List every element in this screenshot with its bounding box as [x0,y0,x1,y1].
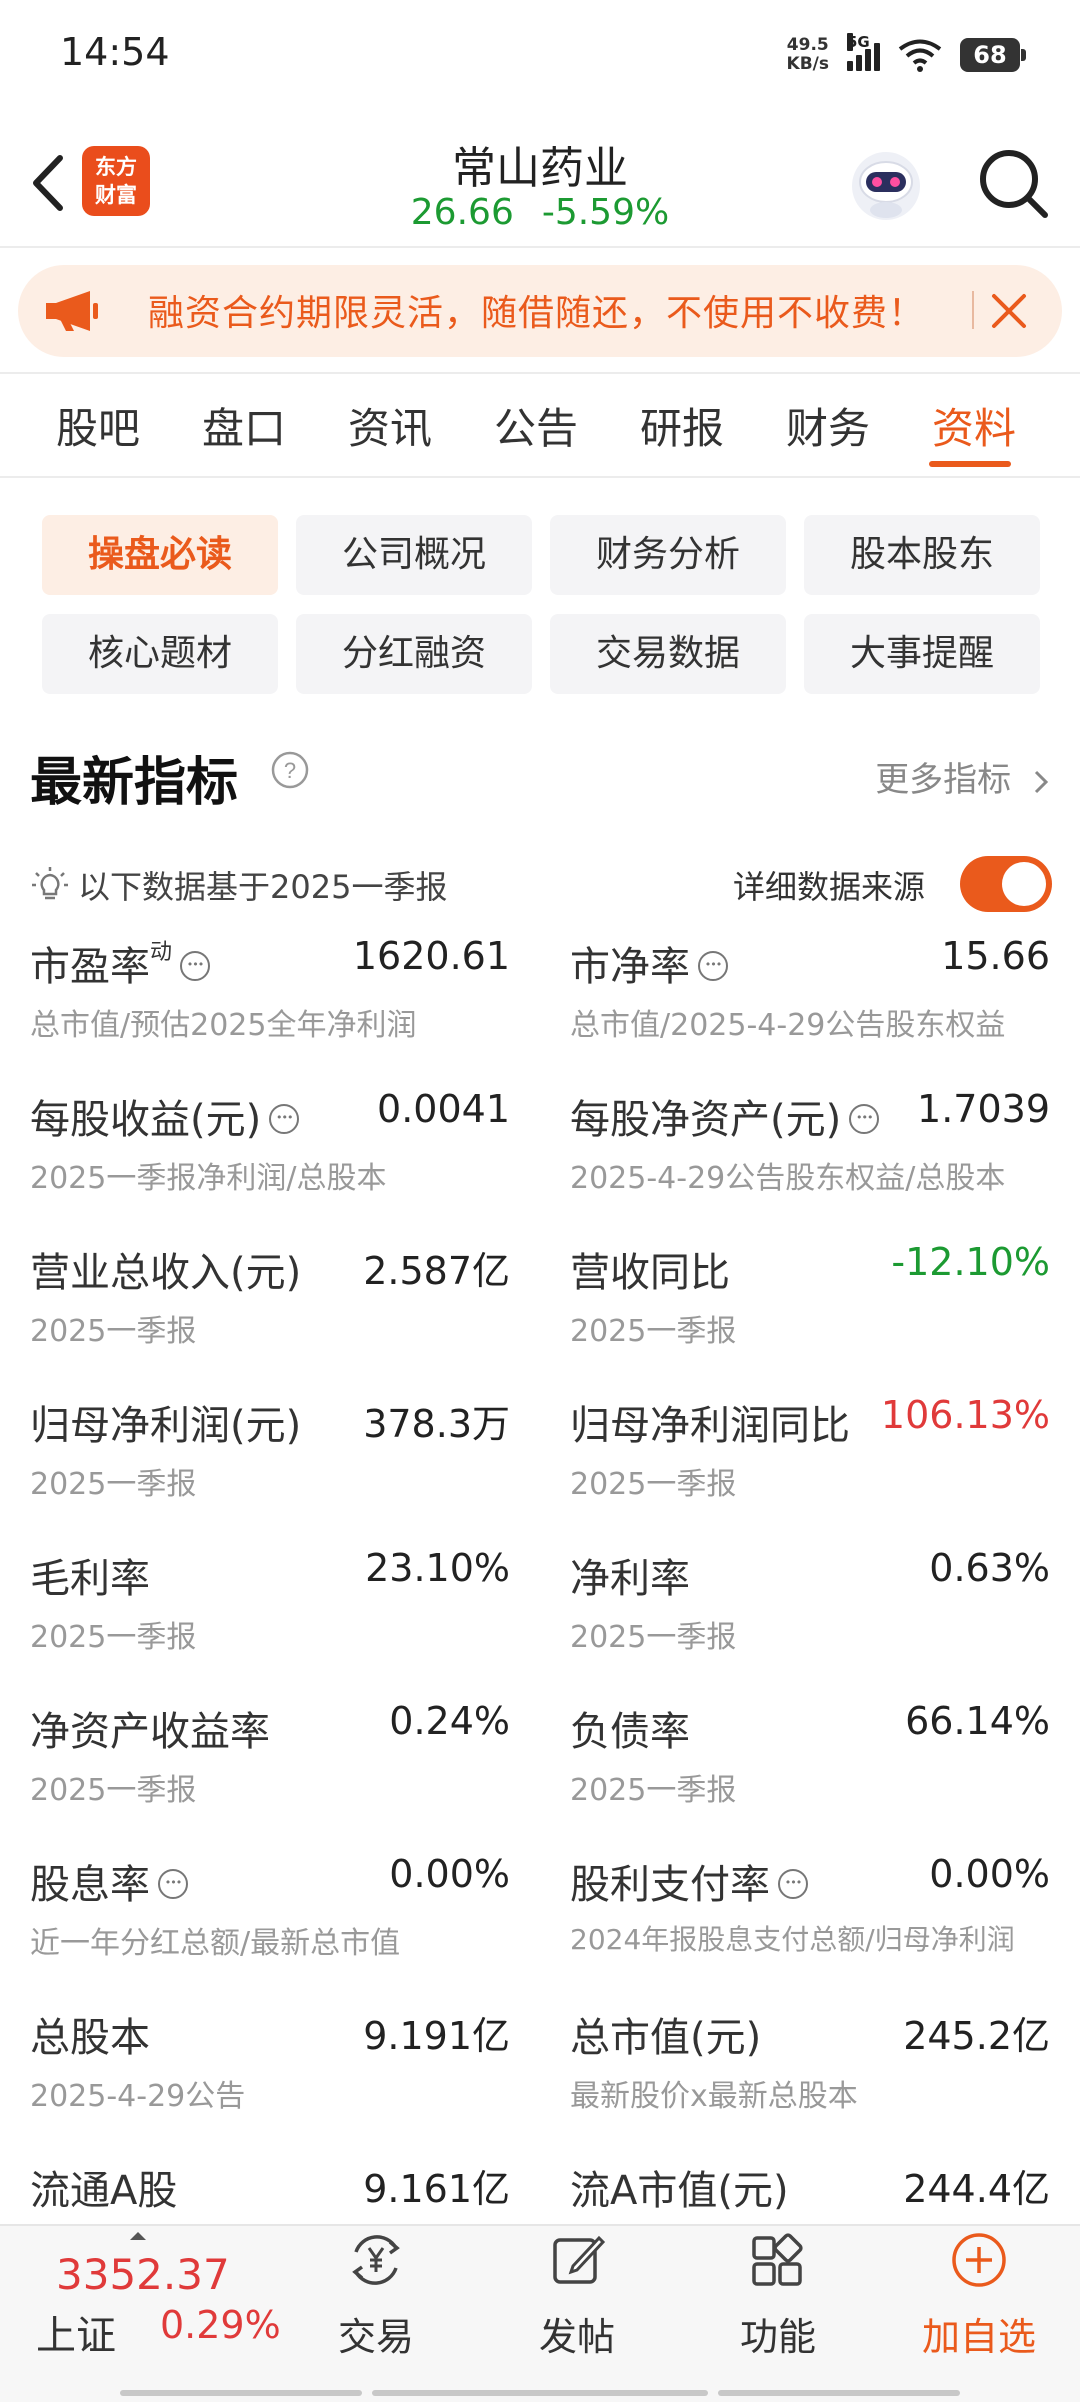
subtab-core-themes[interactable]: 核心题材 [42,614,278,694]
chevron-right-icon [1034,770,1049,793]
close-icon[interactable] [988,290,1030,332]
subtab-trading-data[interactable]: 交易数据 [550,614,786,694]
metric-payout-ratio[interactable]: 股利支付率 0.00% 2024年报股息支付总额/归母净利润 [570,1852,1050,2002]
battery-icon: 68 [960,38,1026,72]
signal-icon: 5G [847,33,880,71]
metric-market-cap[interactable]: 总市值(元) 245.2亿 最新股价x最新总股本 [570,2005,1050,2155]
metric-bvps[interactable]: 每股净资产(元) 1.7039 2025-4-29公告股东权益/总股本 [570,1087,1050,1237]
banner-divider-line [0,372,1080,374]
metric-dividend-yield[interactable]: 股息率 0.00% 近一年分红总额/最新总市值 [30,1852,510,2002]
svg-text:?: ? [284,758,296,783]
robot-assistant-icon[interactable] [846,144,926,224]
gesture-bar [718,2390,960,2396]
net-speed: 49.5 KB/s [786,35,829,74]
metric-net-margin[interactable]: 净利率 0.63% 2025一季报 [570,1546,1050,1696]
post-button[interactable]: 发帖 [497,2230,657,2361]
metric-roe[interactable]: 净资产收益率 0.24% 2025一季报 [30,1699,510,1849]
metric-debt-ratio[interactable]: 负债率 66.14% 2025一季报 [570,1699,1050,1849]
more-dots-icon[interactable] [698,951,728,981]
add-watchlist-button[interactable]: 加自选 [899,2230,1059,2361]
detail-source-toggle[interactable] [960,856,1052,912]
index-change[interactable]: 0.29% [160,2303,281,2347]
tab-guba[interactable]: 股吧 [56,395,140,456]
grid-icon [752,2233,803,2286]
gesture-bar [372,2390,708,2396]
wifi-icon [898,39,942,72]
subtab-shareholders[interactable]: 股本股东 [804,515,1040,595]
plus-circle-icon [952,2233,1006,2287]
metric-float-shares[interactable]: 流通A股 9.161亿 [30,2158,510,2218]
subtab-financial-analysis[interactable]: 财务分析 [550,515,786,595]
more-dots-icon[interactable] [269,1104,300,1134]
more-indicators-link[interactable]: 更多指标 [875,752,1052,801]
edit-icon [553,2235,606,2284]
tab-pankou[interactable]: 盘口 [202,395,286,456]
stock-change: -5.59% [541,192,670,233]
index-name[interactable]: 上证 [36,2303,116,2361]
tab-bar: 股吧 盘口 资讯 公告 研报 财务 资料 [0,395,1080,455]
functions-button[interactable]: 功能 [698,2230,858,2361]
metric-gross-margin[interactable]: 毛利率 23.10% 2025一季报 [30,1546,510,1696]
metric-revenue[interactable]: 营业总收入(元) 2.587亿 2025一季报 [30,1240,510,1390]
tab-announcements[interactable]: 公告 [494,395,578,456]
data-basis-note: 以下数据基于2025一季报 [30,862,447,908]
tab-profile[interactable]: 资料 [932,395,1016,456]
active-tab-indicator [929,461,1011,467]
metric-total-shares[interactable]: 总股本 9.191亿 2025-4-29公告 [30,2005,510,2155]
banner-divider [972,291,974,329]
more-dots-icon[interactable] [180,951,211,981]
metric-revenue-yoy[interactable]: 营收同比 -12.10% 2025一季报 [570,1240,1050,1390]
lightbulb-icon [32,867,68,900]
status-time: 14:54 [60,30,170,74]
status-indicators: 49.5 KB/s 5G 68 [786,33,1026,74]
tab-finance[interactable]: 财务 [786,395,870,456]
metric-net-profit[interactable]: 归母净利润(元) 378.3万 2025一季报 [30,1393,510,1543]
trade-button[interactable]: 交易 [296,2230,456,2361]
more-dots-icon[interactable] [158,1869,188,1899]
more-dots-icon[interactable] [778,1869,808,1899]
tab-research[interactable]: 研报 [640,395,724,456]
subtab-company-overview[interactable]: 公司概况 [296,515,532,595]
subtab-events[interactable]: 大事提醒 [804,614,1040,694]
metric-pe[interactable]: 市盈率动 1620.61 总市值/预估2025全年净利润 [30,934,510,1084]
subtab-trading-essentials[interactable]: 操盘必读 [42,515,278,595]
metric-eps[interactable]: 每股收益(元) 0.0041 2025一季报净利润/总股本 [30,1087,510,1237]
detail-source-label: 详细数据来源 [733,868,926,906]
metric-pb[interactable]: 市净率 15.66 总市值/2025-4-29公告股东权益 [570,934,1050,1084]
tabs-divider [0,476,1080,478]
section-title: 最新指标 [30,753,239,813]
megaphone-icon [46,291,98,331]
metric-net-profit-yoy[interactable]: 归母净利润同比 106.13% 2025一季报 [570,1393,1050,1543]
more-dots-icon[interactable] [849,1104,880,1134]
caret-up-icon[interactable] [128,2230,148,2242]
metric-float-market-cap[interactable]: 流A市值(元) 244.4亿 [570,2158,1050,2218]
tab-news[interactable]: 资讯 [348,395,432,456]
search-icon[interactable] [975,145,1051,221]
stock-price: 26.66 [410,192,514,233]
header-divider [0,246,1080,248]
banner-text[interactable]: 融资合约期限灵活，随借随还，不使用不收费！ [148,284,925,336]
gesture-bar [120,2390,362,2396]
subtab-dividends[interactable]: 分红融资 [296,614,532,694]
trade-icon [352,2235,400,2285]
index-value[interactable]: 3352.37 [56,2250,230,2299]
help-icon[interactable]: ? [270,750,310,790]
